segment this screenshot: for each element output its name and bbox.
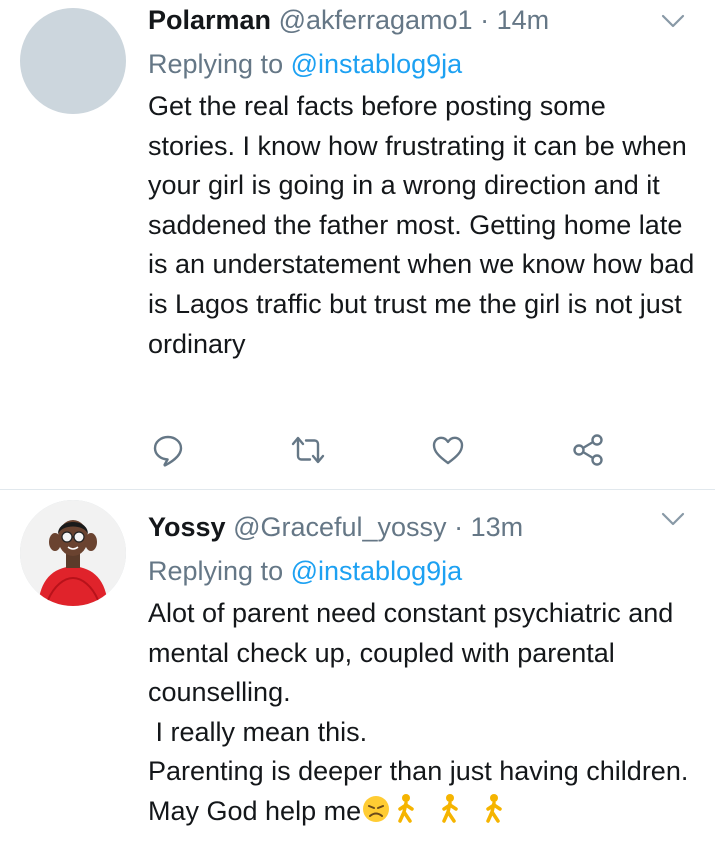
user-handle[interactable]: @Graceful_yossy [233, 512, 446, 542]
person-walking-icon [398, 793, 414, 823]
person-walking-icon [442, 793, 458, 823]
profile-photo [20, 500, 126, 606]
retweet-icon[interactable] [290, 432, 326, 468]
separator: · [480, 5, 490, 35]
like-icon[interactable] [430, 432, 466, 468]
replying-to: Replying to @instablog9ja [148, 47, 695, 81]
tweet-actions [150, 432, 620, 468]
share-icon[interactable] [570, 432, 606, 468]
person-walking-icon [486, 793, 502, 823]
mention-link[interactable]: @instablog9ja [291, 49, 463, 79]
avatar[interactable] [20, 500, 126, 606]
separator: · [454, 512, 464, 542]
tweet-header: Polarman @akferragamo1 · 14m [148, 3, 695, 37]
mention-link[interactable]: @instablog9ja [291, 556, 463, 586]
avatar-placeholder[interactable] [20, 8, 126, 114]
replying-to: Replying to @instablog9ja [148, 554, 695, 588]
tweet-header: Yossy @Graceful_yossy · 13m [148, 510, 695, 544]
tweet-text: Get the real facts before posting some s… [148, 91, 695, 359]
tweet[interactable]: Yossy @Graceful_yossy · 13m Replying to … [0, 490, 715, 846]
disappointed-face-emoji-icon [363, 795, 390, 822]
user-handle[interactable]: @akferragamo1 [279, 5, 473, 35]
tweet-text-line: I really mean this. [148, 716, 368, 747]
timestamp[interactable]: 14m [497, 5, 550, 35]
replying-to-label: Replying to [148, 49, 284, 79]
display-name[interactable]: Polarman [148, 5, 271, 35]
timestamp[interactable]: 13m [471, 512, 524, 542]
tweet-text-line: Alot of parent need constant psychiatric… [148, 598, 674, 708]
replying-to-label: Replying to [148, 556, 284, 586]
reply-icon[interactable] [150, 432, 186, 468]
tweet-text: Alot of parent need constant psychiatric… [148, 594, 695, 832]
tweet[interactable]: Polarman @akferragamo1 · 14m Replying to… [0, 0, 715, 489]
display-name[interactable]: Yossy [148, 512, 226, 542]
tweet-text-line: Parenting is deeper than just having chi… [148, 752, 695, 831]
